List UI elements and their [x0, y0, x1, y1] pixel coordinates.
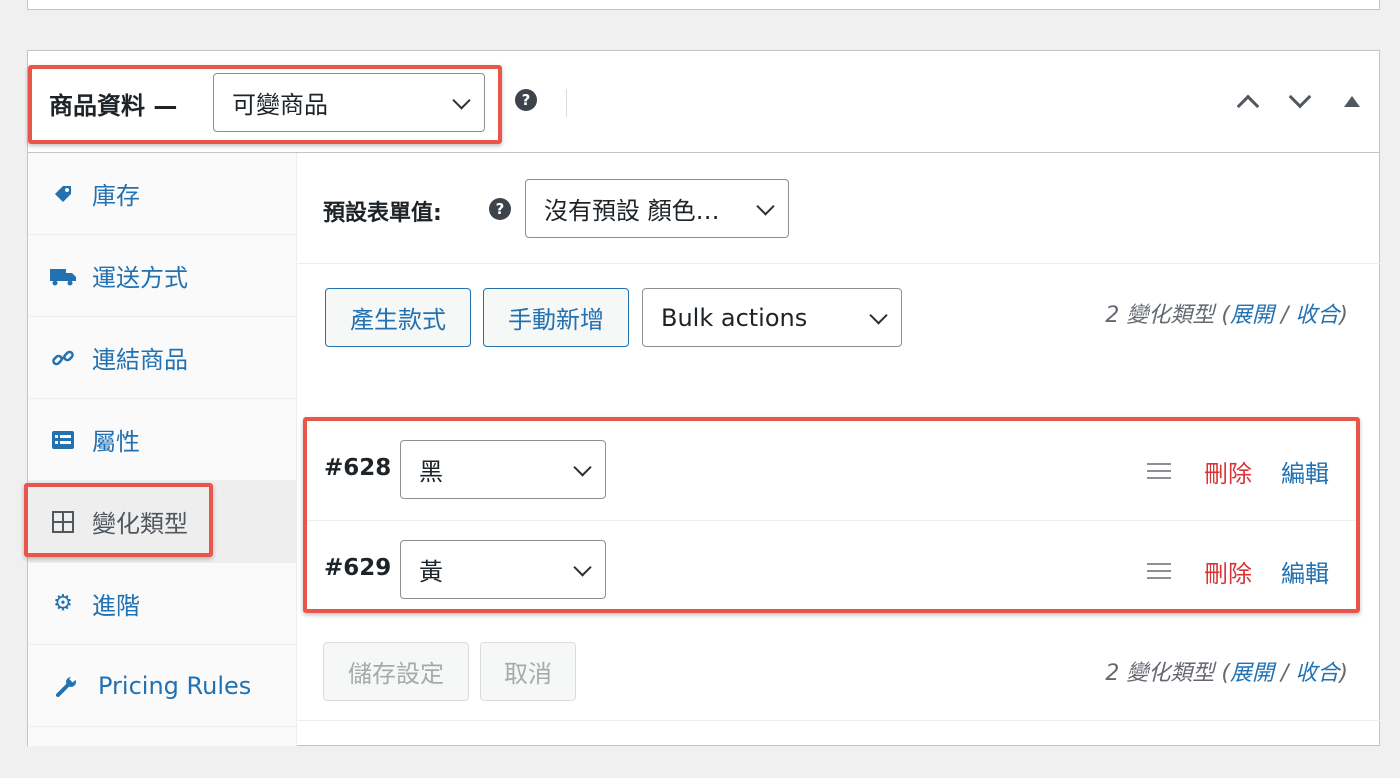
edit-variation-link[interactable]: 編輯 — [1281, 454, 1329, 489]
variation-id: #628 — [324, 455, 392, 481]
delete-variation-link[interactable]: 刪除 — [1204, 454, 1252, 489]
bulk-actions-value: Bulk actions — [661, 303, 808, 332]
chevron-down-icon — [452, 90, 471, 110]
bulk-actions-select[interactable]: Bulk actions — [642, 288, 902, 347]
sidebar-item-label: 屬性 — [92, 428, 140, 456]
variation-row: #629 黃 刪除 編輯 — [307, 521, 1356, 621]
sidebar-item-label: 運送方式 — [92, 264, 188, 292]
chevron-down-icon — [573, 457, 592, 477]
count-suffix: ) — [1339, 661, 1348, 686]
sidebar-item-inventory[interactable]: 庫存 — [28, 153, 296, 235]
sidebar-item-label: Pricing Rules — [98, 671, 252, 700]
add-variation-button[interactable]: 手動新增 — [483, 288, 629, 347]
panel-header: 商品資料 — 可變商品 ? — [28, 51, 1379, 153]
help-icon[interactable]: ? — [489, 198, 511, 220]
cancel-button[interactable]: 取消 — [480, 642, 576, 701]
previous-panel-edge — [27, 0, 1380, 10]
variation-attribute-value: 黃 — [419, 558, 443, 586]
default-values-label: 預設表單值: — [323, 201, 442, 226]
sidebar-item-pricing-rules[interactable]: Pricing Rules — [28, 645, 296, 727]
variation-attribute-select[interactable]: 黑 — [400, 440, 606, 499]
gear-icon: ⚙ — [53, 591, 73, 616]
drag-handle-icon[interactable] — [1147, 463, 1171, 479]
count-prefix: 2 變化類型 ( — [1105, 661, 1230, 686]
panel-title: 商品資料 — — [49, 92, 178, 120]
default-form-values-row: 預設表單值: ? 沒有預設 顏色… — [298, 153, 1380, 264]
expand-all-link[interactable]: 展開 — [1230, 661, 1274, 686]
product-data-panel: 商品資料 — 可變商品 ? 庫存 運送方式 連結商品 屬性 變化類型 ⚙ 進階 … — [24, 50, 1380, 746]
link-icon — [50, 345, 76, 371]
count-suffix: ) — [1339, 303, 1348, 328]
sidebar-item-linked-products[interactable]: 連結商品 — [28, 317, 296, 399]
chevron-down-icon — [869, 305, 888, 325]
variation-attribute-value: 黑 — [419, 458, 443, 486]
expand-all-link[interactable]: 展開 — [1230, 303, 1274, 328]
sidebar-highlight-box — [24, 483, 213, 557]
help-icon[interactable]: ? — [515, 89, 537, 111]
sidebar-item-advanced[interactable]: ⚙ 進階 — [28, 563, 296, 645]
collapse-all-link[interactable]: 收合 — [1295, 661, 1339, 686]
drag-handle-icon[interactable] — [1147, 563, 1171, 579]
variation-count: 2 變化類型 (展開 / 收合) — [1105, 655, 1348, 687]
sidebar-item-attributes[interactable]: 屬性 — [28, 399, 296, 481]
move-down-icon[interactable] — [1288, 85, 1312, 109]
variations-footer: 儲存設定 取消 2 變化類型 (展開 / 收合) — [298, 619, 1380, 721]
generate-variations-button[interactable]: 產生款式 — [325, 288, 471, 347]
variation-id: #629 — [324, 555, 392, 581]
tag-icon — [50, 181, 76, 207]
variations-panel: 預設表單值: ? 沒有預設 顏色… 產生款式 手動新增 Bulk actions… — [298, 153, 1380, 746]
chevron-down-icon — [573, 557, 592, 577]
delete-variation-link[interactable]: 刪除 — [1204, 554, 1252, 589]
wrench-icon — [54, 673, 80, 699]
sidebar-item-label: 庫存 — [92, 182, 140, 210]
count-separator: / — [1273, 303, 1296, 328]
collapse-toggle-icon[interactable] — [1344, 96, 1360, 107]
product-data-tabs: 庫存 運送方式 連結商品 屬性 變化類型 ⚙ 進階 Pricing Rules — [24, 153, 297, 746]
move-up-icon[interactable] — [1236, 94, 1260, 118]
default-color-value: 沒有預設 顏色… — [544, 197, 720, 225]
sidebar-item-label: 進階 — [92, 592, 140, 620]
edit-variation-link[interactable]: 編輯 — [1281, 554, 1329, 589]
variation-count: 2 變化類型 (展開 / 收合) — [1105, 297, 1348, 329]
default-color-select[interactable]: 沒有預設 顏色… — [525, 179, 789, 238]
variation-attribute-select[interactable]: 黃 — [400, 540, 606, 599]
variation-row: #628 黑 刪除 編輯 — [307, 421, 1356, 521]
truck-icon — [50, 263, 76, 289]
product-type-select[interactable]: 可變商品 — [213, 73, 485, 132]
count-prefix: 2 變化類型 ( — [1105, 303, 1230, 328]
sidebar-item-label: 連結商品 — [92, 346, 188, 374]
count-separator: / — [1273, 661, 1296, 686]
collapse-all-link[interactable]: 收合 — [1295, 303, 1339, 328]
list-icon — [50, 427, 76, 453]
chevron-down-icon — [756, 196, 775, 216]
product-type-value: 可變商品 — [232, 91, 328, 119]
header-divider — [566, 89, 567, 117]
save-changes-button[interactable]: 儲存設定 — [323, 642, 469, 701]
sidebar-item-shipping[interactable]: 運送方式 — [28, 235, 296, 317]
